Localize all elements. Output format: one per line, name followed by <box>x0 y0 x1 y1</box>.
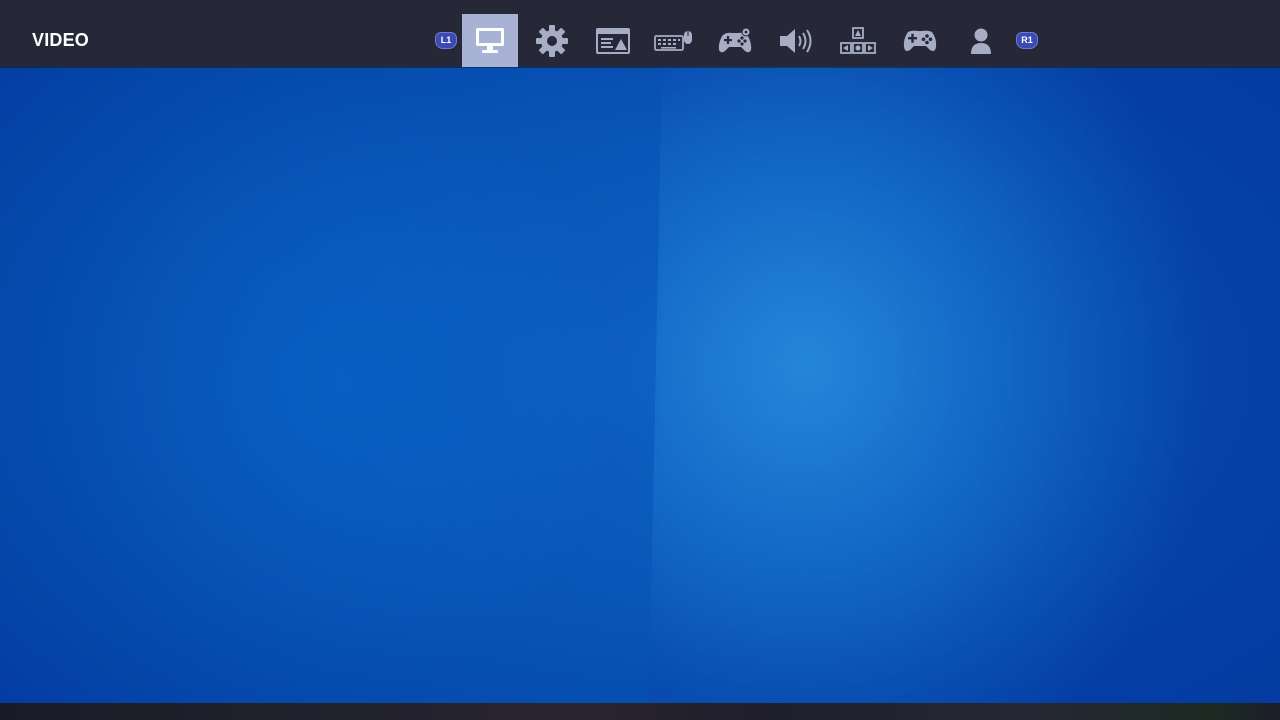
l1-bumper-button[interactable]: L1 <box>435 32 457 49</box>
hud-layout-icon <box>595 27 631 55</box>
gear-icon <box>535 24 569 58</box>
speaker-icon <box>778 27 816 55</box>
tab-video[interactable] <box>462 14 518 67</box>
settings-screen: VIDEO L1 R1 <box>0 0 1280 720</box>
tab-hud-layout[interactable] <box>585 14 641 67</box>
section-title: VIDEO <box>32 30 90 50</box>
settings-content-area <box>0 67 1280 703</box>
account-icon <box>966 26 996 56</box>
tab-accessibility[interactable] <box>830 14 886 67</box>
setting-description-panel <box>649 67 1280 703</box>
gamepad-icon <box>901 27 939 55</box>
tab-controller[interactable] <box>892 14 948 67</box>
settings-list-panel <box>0 67 662 703</box>
tab-game[interactable] <box>524 14 580 67</box>
monitor-icon <box>473 26 507 56</box>
tab-keyboard-mouse[interactable] <box>646 14 702 67</box>
keyboard-mouse-icon <box>654 28 694 54</box>
controller-settings-icon <box>716 26 754 56</box>
tab-audio[interactable] <box>769 14 825 67</box>
bottom-strip <box>0 703 1280 720</box>
tab-controller-settings[interactable] <box>707 14 763 67</box>
accessibility-icon <box>839 26 877 56</box>
r1-bumper-button[interactable]: R1 <box>1016 32 1038 49</box>
tab-account[interactable] <box>953 14 1009 67</box>
top-navigation-bar: VIDEO L1 R1 <box>0 0 1280 67</box>
